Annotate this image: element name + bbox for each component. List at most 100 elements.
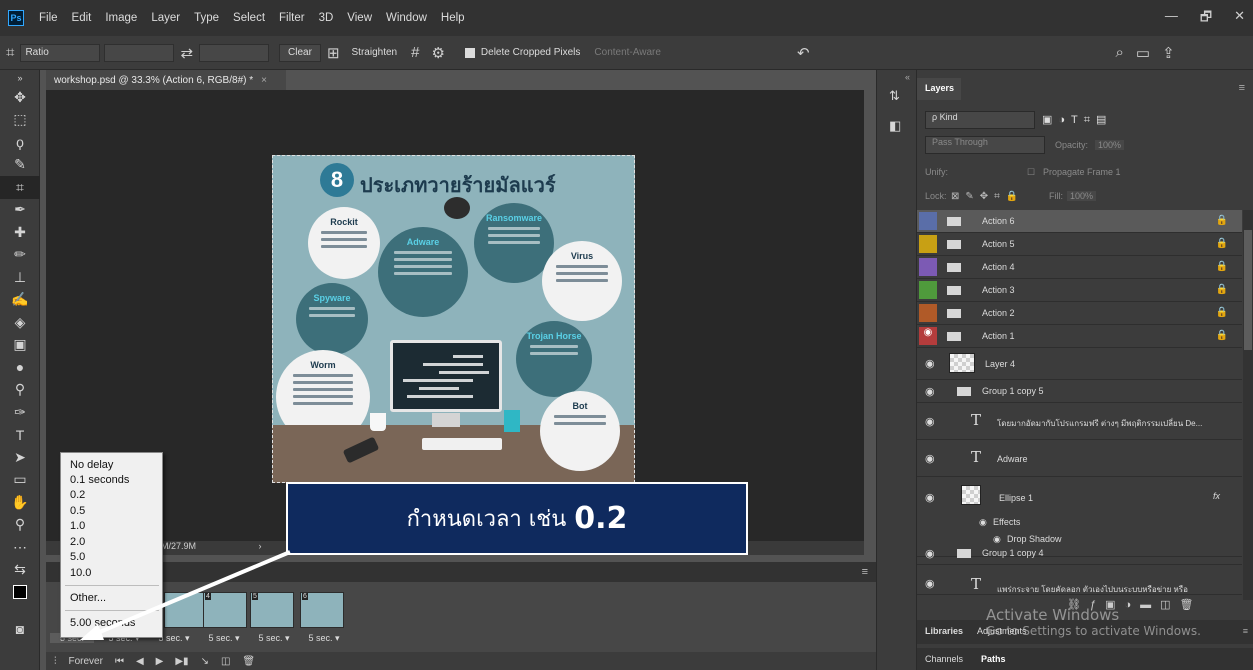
reset-icon[interactable]: ↶ — [797, 44, 810, 62]
more-tools-icon[interactable]: ⋯ — [0, 536, 40, 559]
delay-option[interactable]: No delay — [70, 459, 113, 471]
move-tool-icon[interactable]: ✥ — [0, 86, 40, 109]
crop-tool-icon[interactable]: ⌗ — [6, 44, 14, 61]
layer-row[interactable]: ◉ Layer 4 — [917, 348, 1242, 380]
duplicate-frame-icon[interactable]: ◫ — [221, 656, 230, 667]
tween-icon[interactable]: ↘ — [201, 656, 209, 667]
crop-selection[interactable] — [272, 155, 635, 483]
layer-row[interactable]: ◉ T โดยมากอัดมากับโปรแกรมฟรี ต่างๆ มีพฤต… — [917, 403, 1242, 440]
effects-eye-icon[interactable]: ◉ — [979, 517, 987, 528]
eye-icon[interactable]: ◉ — [925, 547, 937, 560]
clear-button[interactable]: Clear — [279, 43, 321, 62]
hand-tool-icon[interactable]: ✋ — [0, 491, 40, 514]
color-swatches[interactable] — [0, 581, 40, 604]
menu-type[interactable]: Type — [187, 12, 226, 24]
ratio-select[interactable]: Ratio — [20, 43, 101, 62]
minimize-button[interactable]: — — [1165, 8, 1178, 30]
collapse-icon[interactable]: » — [0, 70, 40, 86]
search-icon[interactable]: ⌕ — [1116, 44, 1124, 61]
delay-option[interactable]: 2.0 — [70, 536, 85, 548]
history-panel-icon[interactable]: ⇅ — [889, 88, 916, 104]
play-icon[interactable]: ▶ — [156, 656, 164, 667]
lasso-tool-icon[interactable]: ϙ — [0, 131, 40, 154]
fx-badge[interactable]: fx — [1213, 491, 1220, 501]
quick-select-icon[interactable]: ✎ — [0, 154, 40, 177]
share-icon[interactable]: ⇪ — [1162, 44, 1175, 62]
menu-3d[interactable]: 3D — [312, 12, 341, 24]
dodge-tool-icon[interactable]: ⚲ — [0, 379, 40, 402]
eye-icon[interactable]: ◉ — [925, 357, 937, 370]
layer-row[interactable]: Action 5 🔒 — [917, 233, 1242, 256]
content-aware-label[interactable]: Content-Aware — [594, 47, 661, 58]
paths-tab[interactable]: Paths — [981, 654, 1006, 664]
delete-cropped-checkbox[interactable] — [464, 47, 475, 58]
layer-row[interactable]: Action 6 🔒 — [917, 210, 1242, 233]
gradient-tool-icon[interactable]: ▣ — [0, 334, 40, 357]
eye-icon[interactable]: ◉ — [919, 327, 937, 345]
menu-layer[interactable]: Layer — [144, 12, 187, 24]
delay-current-option[interactable]: 5.00 seconds — [70, 617, 135, 629]
layer-row[interactable]: ◉ Action 1 🔒 — [917, 325, 1242, 348]
layer-row[interactable]: ◉ T แพร่กระจาย โดยคัดลอก ตัวเองไปบนระบบห… — [917, 565, 1242, 595]
eyedropper-icon[interactable]: ✒ — [0, 199, 40, 222]
layer-row[interactable]: Action 3 🔒 — [917, 279, 1242, 302]
scroll-thumb[interactable] — [1244, 230, 1252, 350]
libraries-tab[interactable]: Libraries — [925, 626, 963, 636]
swap-colors-icon[interactable]: ⇆ — [0, 559, 40, 582]
menu-help[interactable]: Help — [434, 12, 472, 24]
document-tab[interactable]: workshop.psd @ 33.3% (Action 6, RGB/8#) … — [46, 70, 286, 90]
loop-select[interactable]: Forever — [69, 656, 103, 667]
straighten-icon[interactable]: ⊞ — [327, 44, 340, 62]
first-frame-icon[interactable]: ⏮ — [115, 656, 124, 667]
convert-timeline-icon[interactable]: ⫶ — [54, 656, 57, 667]
layers-tab[interactable]: Layers — [917, 78, 961, 100]
prev-frame-icon[interactable]: ◀ — [136, 656, 144, 667]
eye-icon[interactable]: ◉ — [925, 415, 937, 428]
collapse-icon[interactable]: « — [877, 70, 916, 82]
panel-menu-icon[interactable]: ≡ — [1239, 82, 1245, 94]
menu-window[interactable]: Window — [379, 12, 434, 24]
opacity-value[interactable]: 100% — [1095, 140, 1125, 150]
layers-scrollbar[interactable] — [1243, 210, 1253, 600]
zoom-tool-icon[interactable]: ⚲ — [0, 514, 40, 537]
delay-option[interactable]: 1.0 — [70, 520, 85, 532]
delay-option[interactable]: 0.2 — [70, 489, 85, 501]
eye-icon[interactable]: ◉ — [925, 491, 937, 504]
frame-thumbnail[interactable] — [164, 592, 208, 628]
marquee-tool-icon[interactable]: ⬚ — [0, 109, 40, 132]
propagate-checkbox[interactable]: ☐ — [1027, 167, 1035, 178]
brush-tool-icon[interactable]: ✏ — [0, 244, 40, 267]
blend-mode-select[interactable]: Pass Through — [925, 136, 1045, 154]
restore-button[interactable]: 🗗 — [1200, 8, 1212, 30]
pen-tool-icon[interactable]: ✑ — [0, 401, 40, 424]
grid-overlay-icon[interactable]: # — [411, 44, 419, 61]
layer-row[interactable]: Action 2 🔒 — [917, 302, 1242, 325]
close-tab-icon[interactable]: × — [261, 75, 267, 86]
straighten-button[interactable]: Straighten — [352, 47, 398, 58]
eraser-tool-icon[interactable]: ◈ — [0, 311, 40, 334]
menu-select[interactable]: Select — [226, 12, 272, 24]
layer-row[interactable]: ◉ T Adware — [917, 440, 1242, 477]
delay-other-option[interactable]: Other... — [70, 592, 106, 604]
status-arrow-icon[interactable]: › — [259, 541, 262, 551]
menu-file[interactable]: File — [32, 12, 65, 24]
frame-thumbnail[interactable]: 6 — [300, 592, 344, 628]
frame-delay[interactable]: 5 sec. ▾ — [202, 633, 246, 644]
kind-filter-select[interactable]: ρ Kind — [925, 111, 1035, 129]
quick-mask-icon[interactable]: ◙ — [0, 618, 40, 641]
delay-option[interactable]: 5.0 — [70, 551, 85, 563]
rectangle-tool-icon[interactable]: ▭ — [0, 469, 40, 492]
eye-icon[interactable]: ◉ — [925, 452, 937, 465]
stamp-tool-icon[interactable]: ⊥ — [0, 266, 40, 289]
workspace-icon[interactable]: ▭ — [1136, 44, 1150, 62]
delay-option[interactable]: 0.5 — [70, 505, 85, 517]
ratio-height-field[interactable] — [199, 43, 270, 62]
next-frame-icon[interactable]: ▶▮ — [175, 656, 188, 667]
panel-menu-icon[interactable]: ≡ — [862, 566, 868, 578]
eye-icon[interactable]: ◉ — [925, 577, 937, 590]
delete-frame-icon[interactable]: 🗑 — [242, 656, 255, 667]
delay-option[interactable]: 0.1 seconds — [70, 474, 129, 486]
panel-menu-icon[interactable]: ≡ — [1243, 626, 1248, 636]
foreground-color[interactable] — [13, 585, 27, 600]
delay-option[interactable]: 10.0 — [70, 567, 91, 579]
